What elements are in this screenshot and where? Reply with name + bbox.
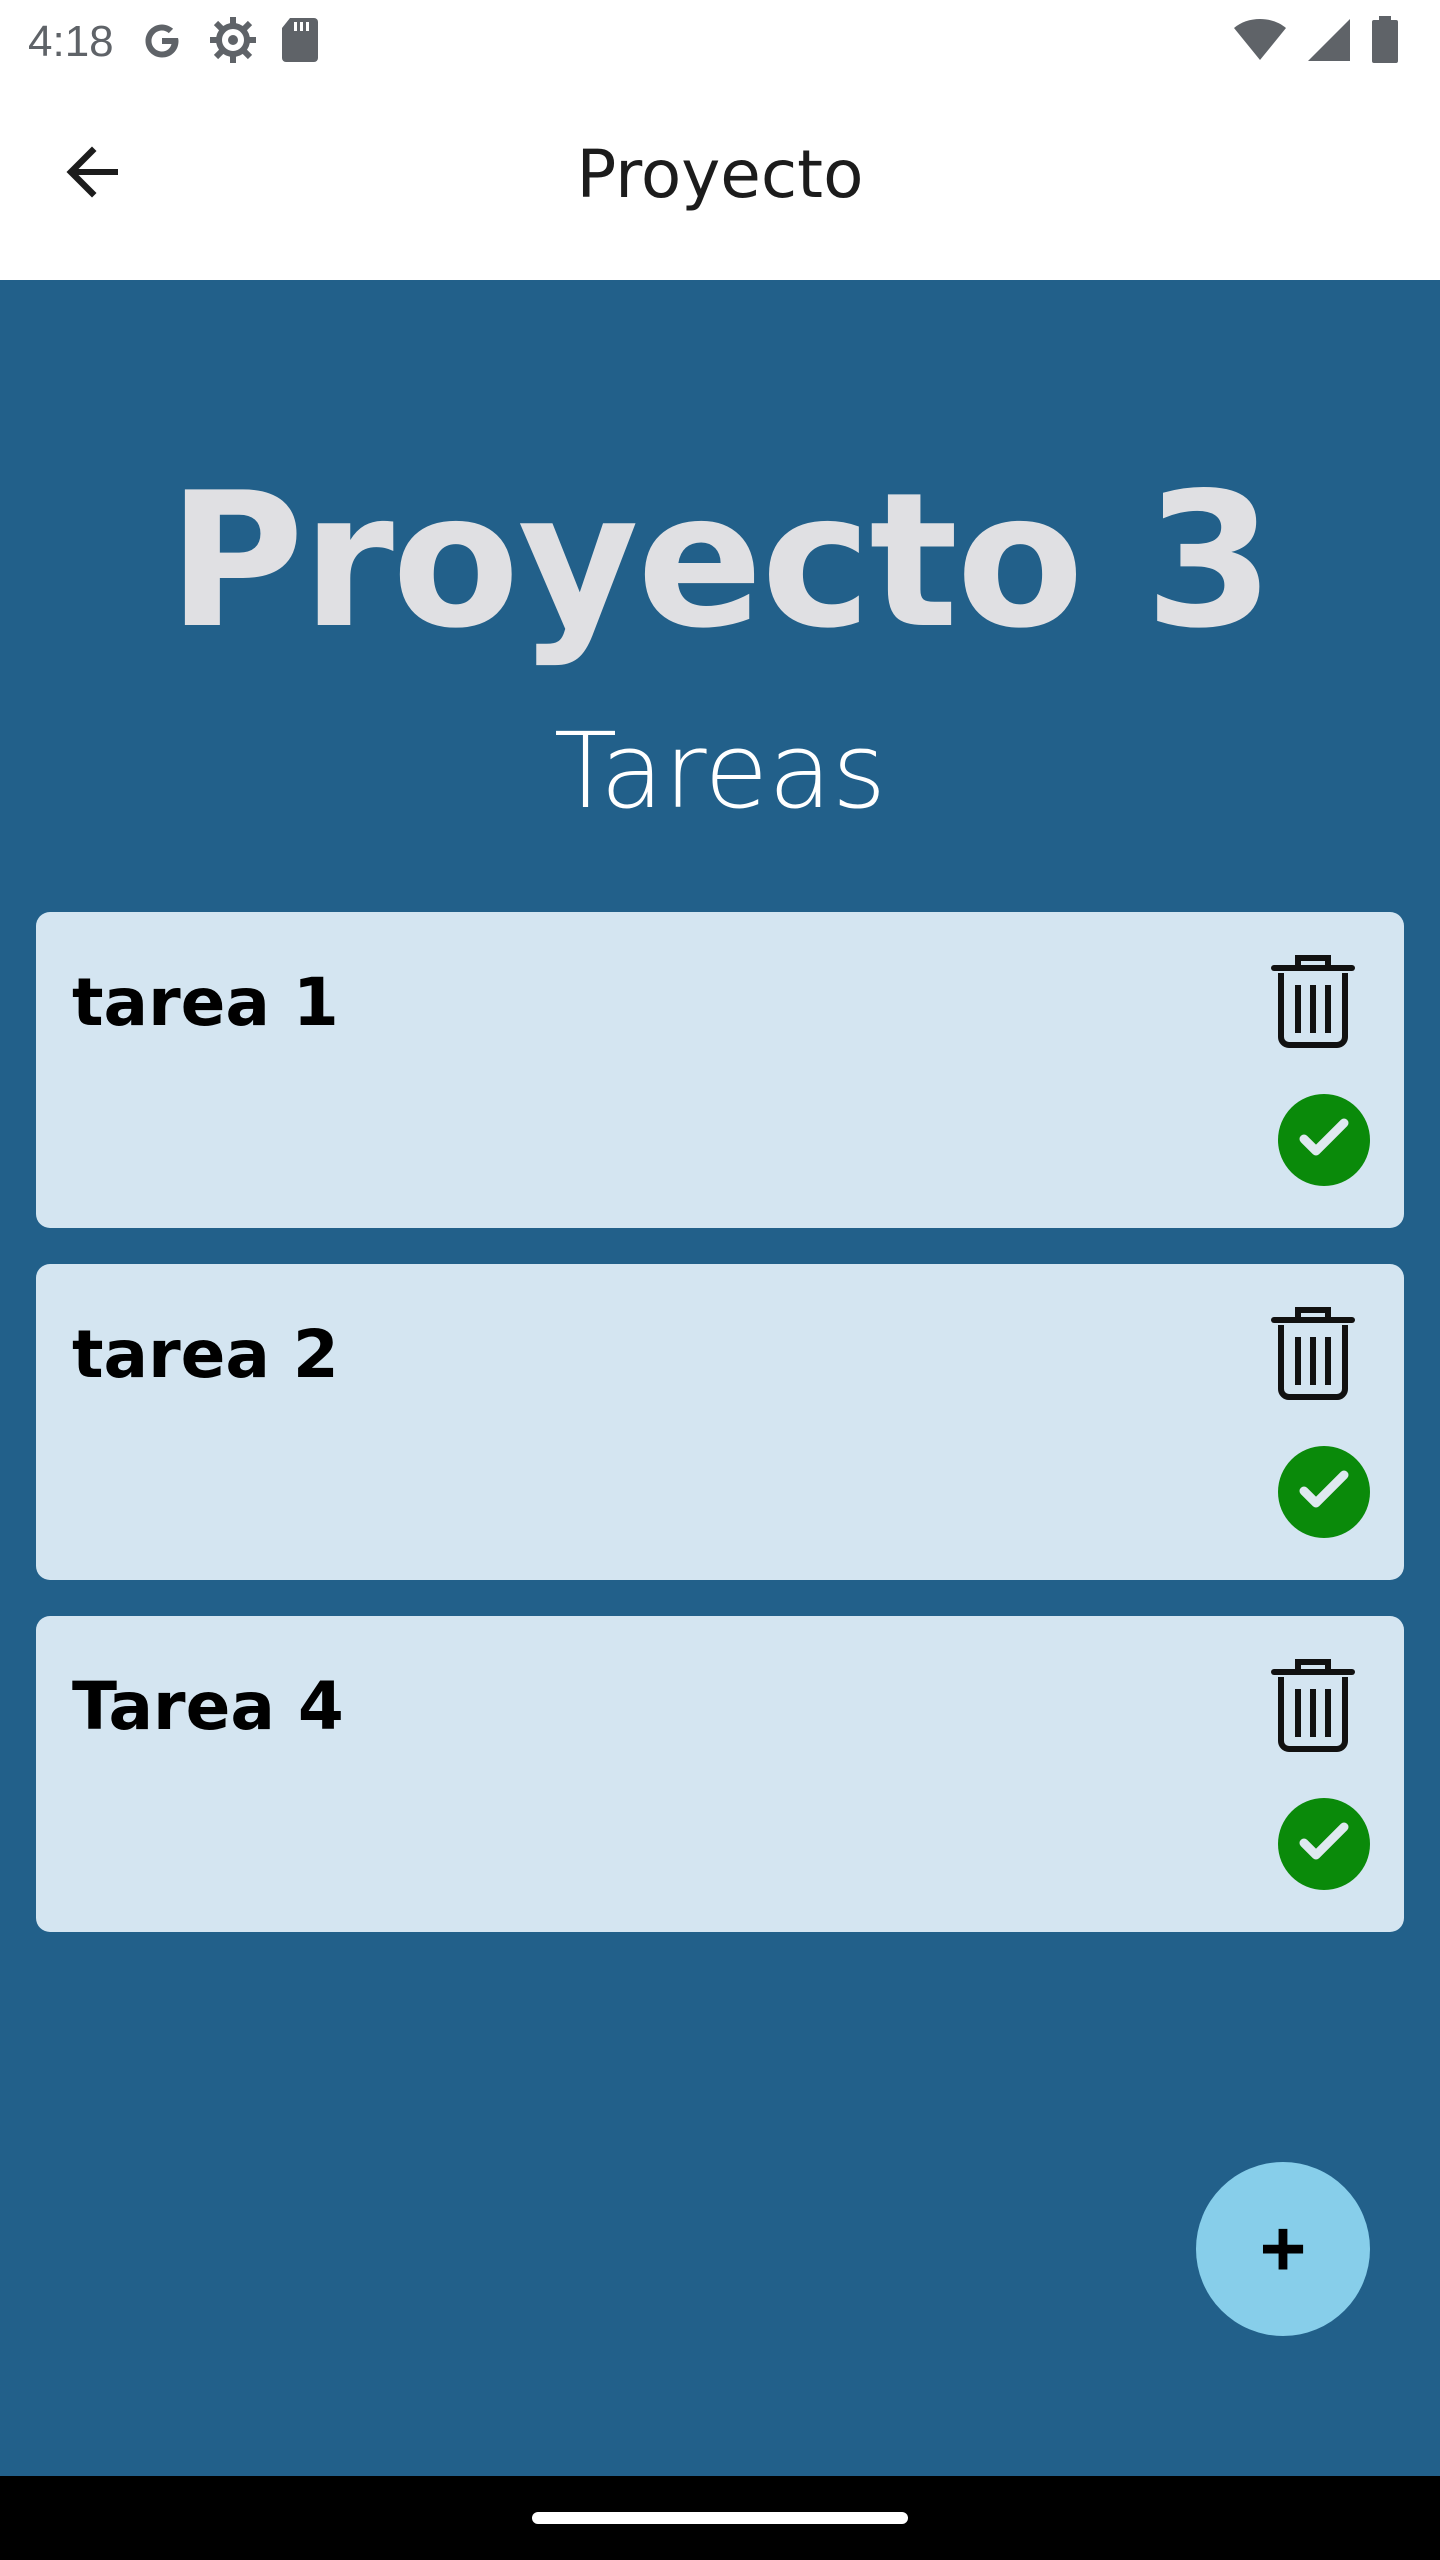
signal-icon [1306,17,1352,68]
task-card[interactable]: tarea 1 [36,912,1404,1228]
check-icon [1296,1814,1352,1875]
app-bar: Proyecto [0,84,1440,280]
project-title: Proyecto 3 [167,452,1274,669]
trash-icon [1268,1305,1358,1406]
status-bar: 4:18 [0,0,1440,84]
status-time: 4:18 [28,17,114,66]
section-title: Tareas [553,710,887,832]
complete-button[interactable] [1278,1798,1370,1890]
wifi-icon [1232,18,1288,67]
delete-button[interactable] [1258,1652,1368,1762]
delete-button[interactable] [1258,948,1368,1058]
sd-card-icon [280,16,320,69]
battery-icon [1370,15,1400,69]
check-icon [1296,1462,1352,1523]
trash-icon [1268,1657,1358,1758]
task-card[interactable]: Tarea 4 [36,1616,1404,1932]
task-label: Tarea 4 [72,1668,344,1745]
task-label: tarea 1 [72,964,339,1041]
google-icon [138,16,186,69]
task-card[interactable]: tarea 2 [36,1264,1404,1580]
home-handle[interactable] [532,2512,908,2524]
add-task-button[interactable]: + [1196,2162,1370,2336]
complete-button[interactable] [1278,1094,1370,1186]
status-right-icons [1232,15,1400,69]
nav-bar [0,2476,1440,2560]
app-title: Proyecto [576,136,864,213]
task-label: tarea 2 [72,1316,339,1393]
settings-gear-icon [208,15,258,70]
main-content: Proyecto 3 Tareas tarea 1 tarea 2 Tarea … [0,280,1440,2476]
delete-button[interactable] [1258,1300,1368,1410]
complete-button[interactable] [1278,1446,1370,1538]
status-left-icons [138,15,320,70]
trash-icon [1268,953,1358,1054]
check-icon [1296,1110,1352,1171]
